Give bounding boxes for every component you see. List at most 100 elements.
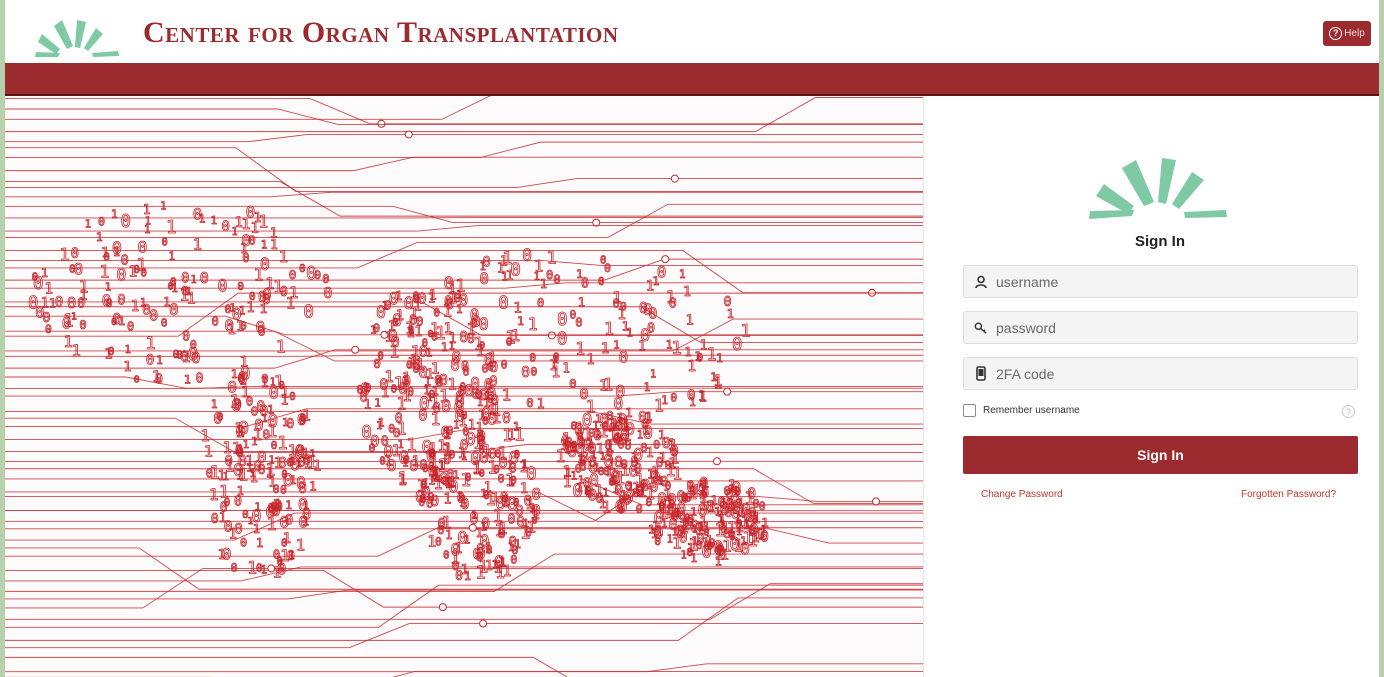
svg-text:0: 0 <box>299 262 305 275</box>
svg-text:0: 0 <box>149 307 158 325</box>
help-button[interactable]: ? Help <box>1323 21 1371 46</box>
svg-text:1: 1 <box>171 281 178 295</box>
user-icon <box>974 274 988 290</box>
svg-text:1: 1 <box>193 236 202 254</box>
svg-text:1: 1 <box>528 315 538 334</box>
svg-text:1: 1 <box>483 395 491 410</box>
svg-text:0: 0 <box>221 219 230 235</box>
password-field[interactable] <box>963 311 1358 344</box>
svg-text:1: 1 <box>222 438 232 457</box>
forgotten-password-link[interactable]: Forgotten Password? <box>1241 489 1336 500</box>
twofa-input[interactable] <box>996 358 1336 389</box>
svg-text:0: 0 <box>227 377 237 396</box>
sign-in-title: Sign In <box>1135 233 1185 250</box>
svg-text:0: 0 <box>314 268 321 282</box>
svg-text:1: 1 <box>123 359 131 375</box>
svg-text:1: 1 <box>191 274 197 286</box>
svg-text:1: 1 <box>555 446 565 466</box>
svg-text:1: 1 <box>471 510 477 522</box>
svg-text:0: 0 <box>112 311 121 328</box>
svg-text:1: 1 <box>575 339 585 358</box>
svg-text:0: 0 <box>720 499 730 519</box>
svg-text:1: 1 <box>738 496 744 509</box>
svg-text:0: 0 <box>443 549 449 561</box>
svg-text:1: 1 <box>681 550 687 562</box>
svg-text:0: 0 <box>117 292 125 308</box>
svg-text:1: 1 <box>570 469 577 483</box>
username-field[interactable] <box>963 265 1358 298</box>
question-circle-icon[interactable]: ? <box>1342 405 1355 418</box>
svg-text:0: 0 <box>501 358 508 371</box>
svg-text:1: 1 <box>601 341 610 357</box>
svg-text:1: 1 <box>140 296 147 309</box>
svg-text:1: 1 <box>468 417 477 433</box>
svg-text:1: 1 <box>209 485 219 504</box>
svg-text:1: 1 <box>145 334 155 354</box>
svg-text:0: 0 <box>361 423 372 443</box>
sign-in-button[interactable]: Sign In <box>963 436 1358 474</box>
svg-text:0: 0 <box>486 542 493 556</box>
svg-text:0: 0 <box>665 481 671 493</box>
svg-text:1: 1 <box>186 285 192 298</box>
svg-text:0: 0 <box>438 517 446 532</box>
svg-text:1: 1 <box>276 337 286 356</box>
svg-text:1: 1 <box>501 493 510 509</box>
svg-text:1: 1 <box>374 396 381 409</box>
svg-text:1: 1 <box>627 479 634 493</box>
svg-text:0: 0 <box>281 536 288 549</box>
svg-text:0: 0 <box>224 519 233 536</box>
svg-text:1: 1 <box>219 483 229 502</box>
svg-text:1: 1 <box>211 214 217 227</box>
svg-text:1: 1 <box>612 288 622 307</box>
remember-username-checkbox[interactable] <box>963 404 976 417</box>
remember-username-row[interactable]: Remember username <box>963 404 1080 417</box>
svg-text:1: 1 <box>378 415 385 429</box>
svg-text:1: 1 <box>232 227 238 238</box>
change-password-link[interactable]: Change Password <box>981 489 1063 500</box>
svg-text:0: 0 <box>515 503 524 520</box>
svg-text:1: 1 <box>63 332 73 351</box>
svg-text:0: 0 <box>62 314 72 333</box>
svg-text:0: 0 <box>369 442 376 455</box>
svg-text:1: 1 <box>313 459 321 475</box>
password-input[interactable] <box>996 312 1336 343</box>
svg-text:0: 0 <box>619 347 629 366</box>
svg-text:0: 0 <box>502 409 511 427</box>
svg-text:0: 0 <box>489 374 498 390</box>
svg-text:1: 1 <box>282 416 289 429</box>
svg-text:0: 0 <box>581 276 589 291</box>
svg-text:0: 0 <box>98 215 105 229</box>
svg-text:0: 0 <box>598 465 605 478</box>
svg-text:0: 0 <box>669 296 677 312</box>
svg-text:0: 0 <box>760 529 769 546</box>
svg-text:0: 0 <box>35 304 44 322</box>
svg-text:1: 1 <box>513 420 520 434</box>
svg-text:1: 1 <box>160 201 166 213</box>
svg-text:1: 1 <box>448 331 456 347</box>
svg-text:1: 1 <box>537 397 545 412</box>
svg-text:1: 1 <box>595 414 601 425</box>
svg-text:0: 0 <box>604 261 611 275</box>
svg-text:0: 0 <box>687 515 694 529</box>
svg-text:1: 1 <box>41 266 48 280</box>
username-input[interactable] <box>996 266 1336 297</box>
twofa-field[interactable] <box>963 357 1358 390</box>
remember-username-label[interactable]: Remember username <box>983 405 1080 416</box>
svg-text:1: 1 <box>562 361 570 376</box>
svg-text:0: 0 <box>598 275 604 288</box>
svg-text:1: 1 <box>505 470 515 490</box>
svg-text:1: 1 <box>530 503 541 524</box>
login-page: Center for Organ Transplantation ? Help … <box>5 0 1379 677</box>
svg-text:1: 1 <box>246 300 254 316</box>
svg-text:0: 0 <box>260 255 270 274</box>
svg-text:0: 0 <box>697 478 707 498</box>
svg-text:1: 1 <box>285 499 292 512</box>
svg-text:1: 1 <box>459 493 468 511</box>
svg-text:1: 1 <box>679 268 686 281</box>
svg-text:1: 1 <box>447 375 457 394</box>
svg-text:1: 1 <box>540 277 547 291</box>
svg-text:1: 1 <box>602 499 611 517</box>
svg-text:1: 1 <box>667 535 673 546</box>
svg-text:0: 0 <box>242 508 249 521</box>
svg-text:1: 1 <box>650 369 656 381</box>
